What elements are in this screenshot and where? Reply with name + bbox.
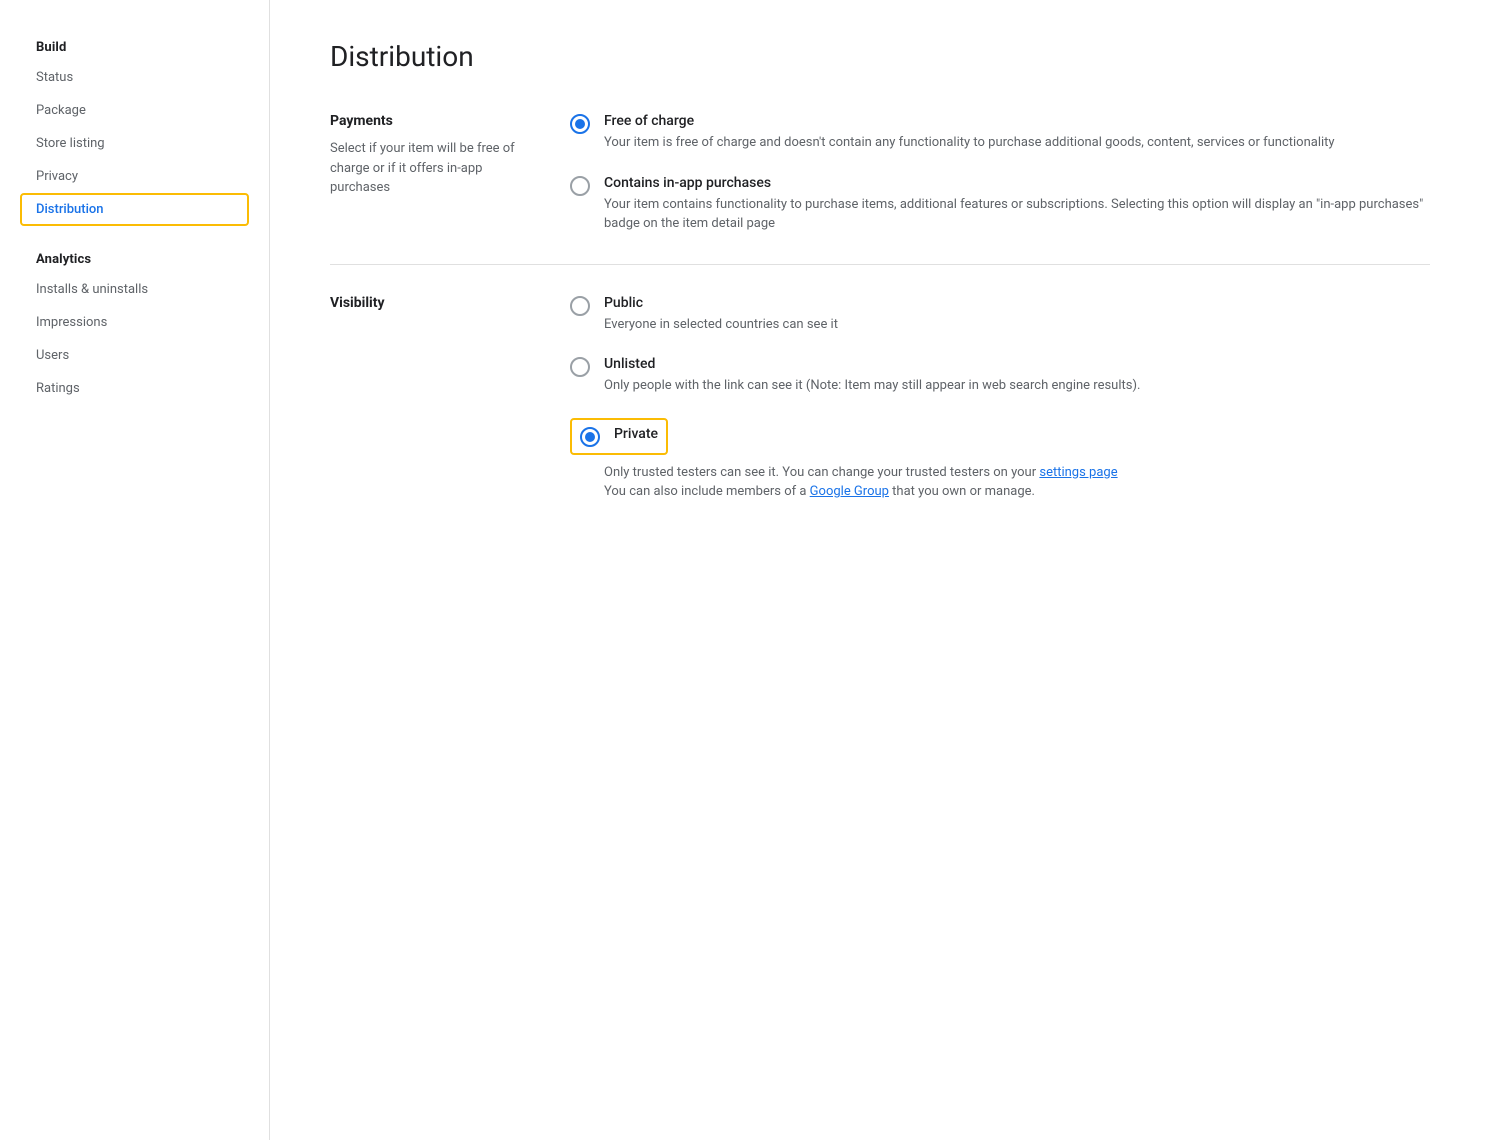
radio-public[interactable]: Public Everyone in selected countries ca…	[570, 295, 1430, 335]
radio-unlisted[interactable]: Unlisted Only people with the link can s…	[570, 356, 1430, 396]
sidebar-item-installs[interactable]: Installs & uninstalls	[20, 273, 249, 306]
radio-public-label: Public	[604, 295, 1430, 311]
radio-free-of-charge-desc: Your item is free of charge and doesn't …	[604, 133, 1430, 153]
visibility-options: Public Everyone in selected countries ca…	[570, 295, 1430, 502]
main-content: Distribution Payments Select if your ite…	[270, 0, 1490, 1140]
sidebar-section-analytics: Analytics Installs & uninstalls Impressi…	[20, 242, 269, 405]
payments-title: Payments	[330, 113, 530, 129]
radio-private-desc: Only trusted testers can see it. You can…	[604, 463, 1430, 502]
sidebar-item-store-listing[interactable]: Store listing	[20, 127, 249, 160]
sidebar-item-impressions[interactable]: Impressions	[20, 306, 249, 339]
sidebar-item-distribution[interactable]: Distribution	[20, 193, 249, 226]
sidebar-item-status[interactable]: Status	[20, 61, 249, 94]
radio-private-label: Private	[614, 426, 658, 442]
sidebar-item-package[interactable]: Package	[20, 94, 249, 127]
sidebar-section-build: Build Status Package Store listing Priva…	[20, 30, 269, 226]
radio-unlisted-indicator	[570, 357, 590, 377]
radio-in-app-purchases-desc: Your item contains functionality to purc…	[604, 195, 1430, 234]
payments-options: Free of charge Your item is free of char…	[570, 113, 1430, 234]
radio-private[interactable]: Private	[570, 418, 1430, 459]
visibility-label: Visibility	[330, 295, 530, 502]
settings-page-link[interactable]: settings page	[1039, 465, 1117, 480]
radio-in-app-purchases-indicator	[570, 176, 590, 196]
sidebar: Build Status Package Store listing Priva…	[0, 0, 270, 1140]
payments-section: Payments Select if your item will be fre…	[330, 113, 1430, 264]
radio-in-app-purchases-label: Contains in-app purchases	[604, 175, 1430, 191]
sidebar-section-title-build: Build	[20, 30, 269, 61]
radio-free-of-charge[interactable]: Free of charge Your item is free of char…	[570, 113, 1430, 153]
radio-free-of-charge-indicator	[570, 114, 590, 134]
sidebar-item-privacy[interactable]: Privacy	[20, 160, 249, 193]
radio-public-indicator	[570, 296, 590, 316]
sidebar-item-users[interactable]: Users	[20, 339, 249, 372]
sidebar-item-ratings[interactable]: Ratings	[20, 372, 249, 405]
private-desc-before: Only trusted testers can see it. You can…	[604, 465, 1039, 480]
private-desc-after: that you own or manage.	[889, 484, 1035, 499]
radio-public-desc: Everyone in selected countries can see i…	[604, 315, 1430, 335]
radio-in-app-purchases[interactable]: Contains in-app purchases Your item cont…	[570, 175, 1430, 234]
private-desc-middle: You can also include members of a	[604, 484, 810, 499]
radio-free-of-charge-label: Free of charge	[604, 113, 1430, 129]
payments-description: Select if your item will be free of char…	[330, 139, 530, 198]
sidebar-section-title-analytics: Analytics	[20, 242, 269, 273]
google-group-link[interactable]: Google Group	[810, 484, 889, 499]
radio-unlisted-label: Unlisted	[604, 356, 1430, 372]
radio-private-indicator	[580, 427, 600, 447]
visibility-section: Visibility Public Everyone in selected c…	[330, 264, 1430, 532]
page-title: Distribution	[330, 40, 1430, 73]
payments-label: Payments Select if your item will be fre…	[330, 113, 530, 234]
radio-unlisted-desc: Only people with the link can see it (No…	[604, 376, 1430, 396]
visibility-title: Visibility	[330, 295, 530, 311]
